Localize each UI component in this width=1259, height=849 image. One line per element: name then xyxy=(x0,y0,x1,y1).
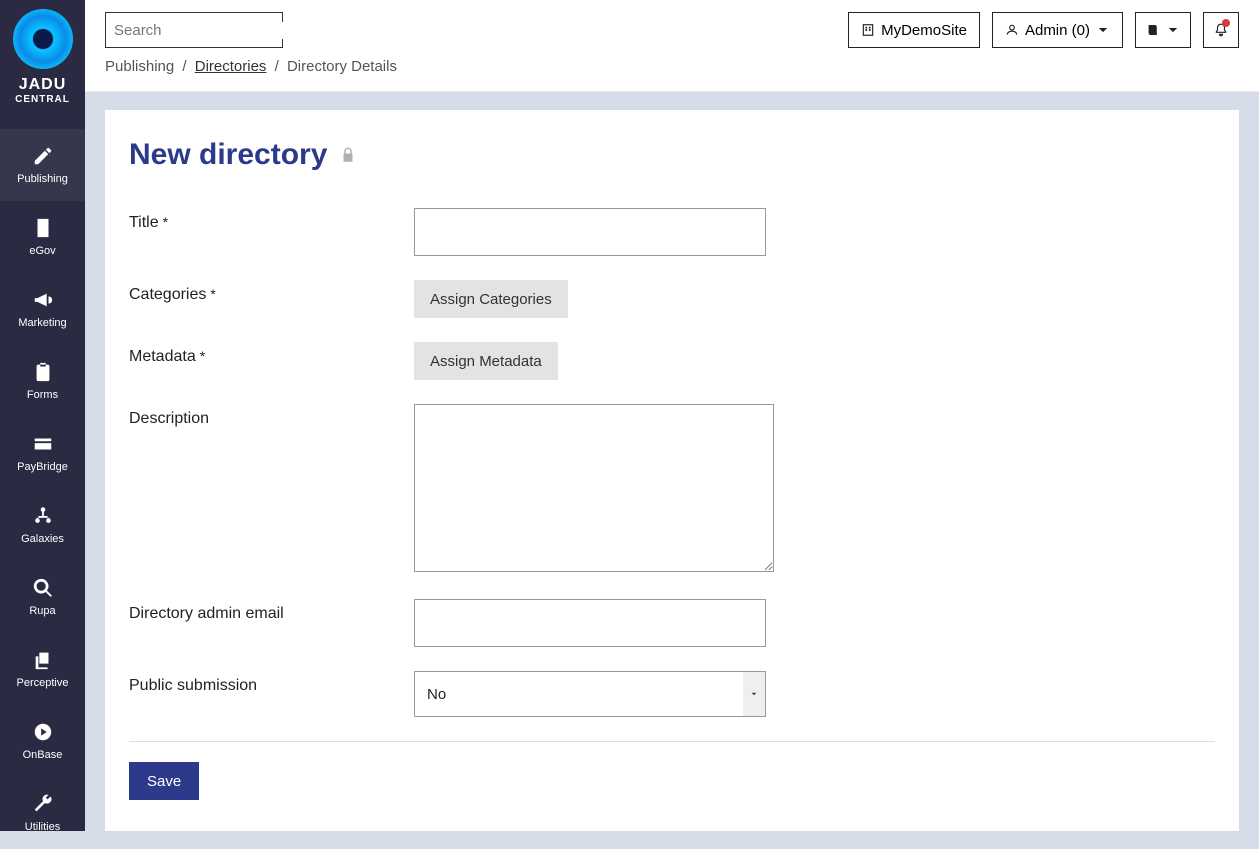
admin-email-input[interactable] xyxy=(414,599,766,647)
sidebar-item-onbase[interactable]: OnBase xyxy=(0,705,85,777)
description-label: Description xyxy=(129,404,414,428)
sidebar-item-label: Galaxies xyxy=(21,533,64,545)
sidebar-item-perceptive[interactable]: Perceptive xyxy=(0,633,85,705)
assign-metadata-button[interactable]: Assign Metadata xyxy=(414,342,558,380)
caret-down-icon xyxy=(1096,23,1110,37)
site-icon xyxy=(861,23,875,37)
page-title: New directory xyxy=(129,138,327,172)
site-button[interactable]: MyDemoSite xyxy=(848,12,980,48)
breadcrumb: Publishing / Directories / Directory Det… xyxy=(85,48,1259,92)
sidebar-item-label: Perceptive xyxy=(17,677,69,689)
brand-subtitle: CENTRAL xyxy=(15,94,70,105)
user-icon xyxy=(1005,23,1019,37)
user-menu-button[interactable]: Admin (0) xyxy=(992,12,1123,48)
sidebar-item-forms[interactable]: Forms xyxy=(0,345,85,417)
building-icon xyxy=(32,217,54,239)
sidebar-item-label: PayBridge xyxy=(17,461,68,473)
save-button[interactable]: Save xyxy=(129,762,199,800)
search-icon xyxy=(32,577,54,599)
copy-icon xyxy=(32,649,54,671)
brand-logo-icon xyxy=(12,8,74,70)
caret-down-icon xyxy=(743,672,765,716)
topbar: MyDemoSite Admin (0) xyxy=(85,0,1259,48)
search-input[interactable] xyxy=(105,12,283,48)
sidebar-item-label: Utilities xyxy=(25,821,60,833)
sidebar-item-rupa[interactable]: Rupa xyxy=(0,561,85,633)
assign-categories-button[interactable]: Assign Categories xyxy=(414,280,568,318)
notification-dot-icon xyxy=(1222,19,1230,27)
sidebar-item-egov[interactable]: eGov xyxy=(0,201,85,273)
public-submission-value: No xyxy=(415,686,446,703)
clipboard-icon xyxy=(32,361,54,383)
logo[interactable]: JADU CENTRAL xyxy=(0,8,85,105)
pencil-icon xyxy=(32,145,54,167)
sidebar-item-label: Forms xyxy=(27,389,58,401)
sidebar-item-label: eGov xyxy=(29,245,55,257)
caret-down-icon xyxy=(1166,23,1180,37)
categories-label: Categories* xyxy=(129,280,414,304)
description-textarea[interactable] xyxy=(414,404,774,572)
sidebar-item-marketing[interactable]: Marketing xyxy=(0,273,85,345)
card-icon xyxy=(32,433,54,455)
library-menu-button[interactable] xyxy=(1135,12,1191,48)
sidebar-item-label: Rupa xyxy=(29,605,55,617)
sidebar-item-label: Marketing xyxy=(18,317,66,329)
sidebar-item-galaxies[interactable]: Galaxies xyxy=(0,489,85,561)
lock-icon xyxy=(339,144,357,166)
sidebar-item-publishing[interactable]: Publishing xyxy=(0,129,85,201)
circle-arrow-icon xyxy=(32,721,54,743)
title-label: Title* xyxy=(129,208,414,232)
breadcrumb-item: Directory Details xyxy=(287,58,397,75)
book-icon xyxy=(1146,23,1160,37)
site-button-label: MyDemoSite xyxy=(881,22,967,39)
wrench-icon xyxy=(32,793,54,815)
title-input[interactable] xyxy=(414,208,766,256)
user-button-label: Admin (0) xyxy=(1025,22,1090,39)
breadcrumb-link-directories[interactable]: Directories xyxy=(195,58,267,75)
sidebar-item-label: OnBase xyxy=(23,749,63,761)
divider xyxy=(129,741,1215,742)
form-card: New directory Title* Categories* xyxy=(105,110,1239,831)
public-submission-label: Public submission xyxy=(129,671,414,695)
public-submission-select[interactable]: No xyxy=(414,671,766,717)
notifications-button[interactable] xyxy=(1203,12,1239,48)
sidebar-item-paybridge[interactable]: PayBridge xyxy=(0,417,85,489)
sidebar-item-utilities[interactable]: Utilities xyxy=(0,777,85,849)
sidebar-item-label: Publishing xyxy=(17,173,68,185)
brand-name: JADU xyxy=(19,76,67,94)
sitemap-icon xyxy=(32,505,54,527)
bullhorn-icon xyxy=(32,289,54,311)
search-field[interactable] xyxy=(114,22,313,39)
admin-email-label: Directory admin email xyxy=(129,599,414,623)
sidebar: JADU CENTRAL Publishing eGov Marketing F… xyxy=(0,0,85,831)
breadcrumb-item: Publishing xyxy=(105,58,174,75)
metadata-label: Metadata* xyxy=(129,342,414,366)
